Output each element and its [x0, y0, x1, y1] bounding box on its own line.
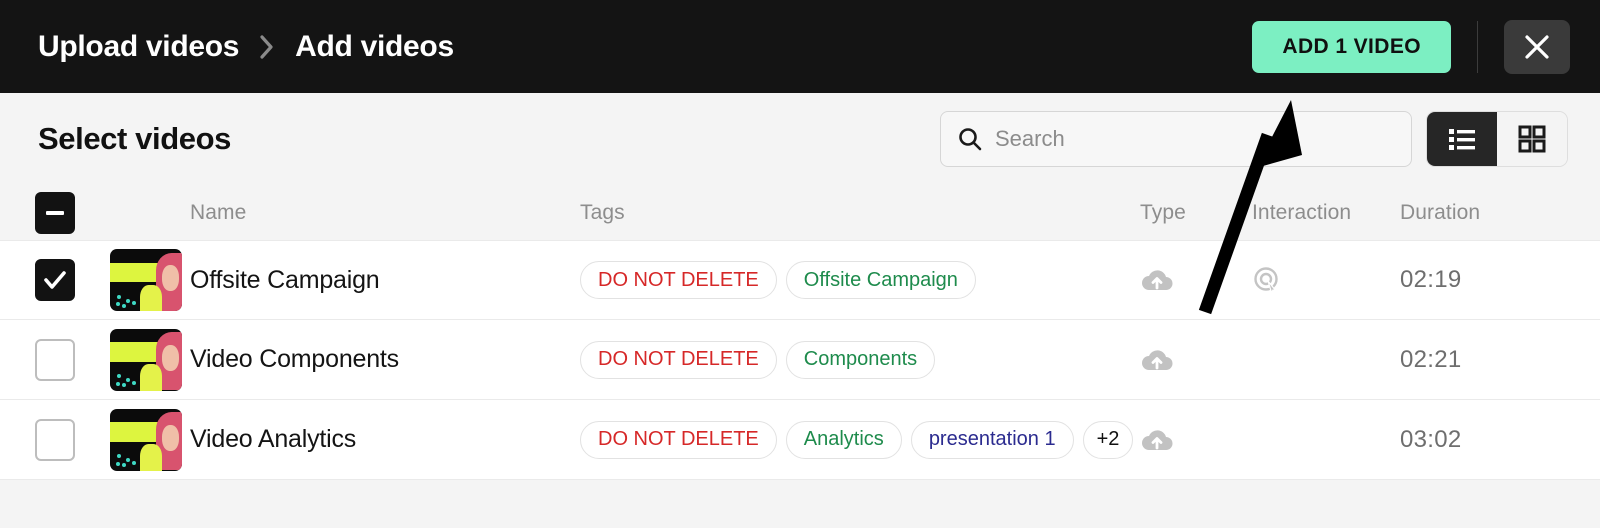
cloud-upload-icon — [1140, 267, 1252, 293]
search-input[interactable] — [995, 112, 1395, 166]
tag-chip[interactable]: Analytics — [785, 420, 902, 459]
video-duration: 03:02 — [1400, 425, 1462, 453]
list-view-button[interactable] — [1427, 112, 1497, 166]
video-duration: 02:21 — [1400, 345, 1462, 373]
page-title: Select videos — [38, 121, 231, 156]
tag-chip[interactable]: DO NOT DELETE — [580, 340, 777, 379]
chevron-right-icon — [259, 34, 275, 60]
video-thumbnail[interactable] — [110, 328, 182, 391]
breadcrumb: Upload videos Add videos — [38, 30, 454, 64]
top-bar: Upload videos Add videos ADD 1 VIDEO — [0, 0, 1600, 93]
video-name[interactable]: Offsite Campaign — [190, 266, 580, 295]
video-thumbnail[interactable] — [110, 408, 182, 471]
column-header-duration[interactable]: Duration — [1400, 201, 1580, 225]
table-body: Offsite Campaign DO NOT DELETE Offsite Ca… — [0, 240, 1600, 480]
content-area: Select videos Search Name Tags Type Inte… — [0, 93, 1600, 528]
add-video-button[interactable]: ADD 1 VIDEO — [1252, 20, 1451, 73]
grid-view-button[interactable] — [1497, 112, 1567, 166]
select-all-checkbox[interactable] — [35, 191, 75, 234]
view-toggle — [1426, 111, 1568, 167]
cloud-upload-icon — [1140, 427, 1252, 453]
row-checkbox[interactable] — [35, 259, 75, 301]
column-header-interaction[interactable]: Interaction — [1252, 201, 1400, 225]
close-icon — [1522, 32, 1552, 62]
breadcrumb-item-upload-videos[interactable]: Upload videos — [38, 30, 239, 64]
video-duration: 02:19 — [1400, 266, 1462, 293]
tag-chip[interactable]: Components — [785, 340, 936, 379]
indeterminate-dash-icon — [46, 210, 64, 215]
top-bar-actions: ADD 1 VIDEO — [1252, 0, 1570, 93]
toolbar-controls — [940, 111, 1568, 167]
breadcrumb-item-add-videos[interactable]: Add videos — [295, 30, 454, 64]
tag-chip[interactable]: Offsite Campaign — [785, 261, 976, 299]
column-header-type[interactable]: Type — [1140, 201, 1252, 225]
grid-view-icon — [1518, 125, 1546, 153]
checkmark-icon — [44, 271, 66, 289]
tag-chip[interactable]: +2 — [1082, 420, 1134, 459]
tags-cell: DO NOT DELETE Offsite Campaign — [580, 261, 1140, 299]
toolbar-divider — [1477, 20, 1478, 73]
tag-chip[interactable]: presentation 1 — [910, 420, 1074, 459]
interaction-target-icon — [1252, 265, 1400, 295]
table-row[interactable]: Video Analytics DO NOT DELETE Analytics pr… — [0, 400, 1600, 480]
tags-cell: DO NOT DELETE Analytics presentation 1 +2 — [580, 420, 1140, 459]
video-thumbnail[interactable] — [110, 249, 182, 311]
content-toolbar: Select videos — [0, 93, 1600, 185]
tag-chip[interactable]: DO NOT DELETE — [580, 261, 777, 299]
tags-cell: DO NOT DELETE Components — [580, 340, 1140, 379]
table-row[interactable]: Offsite Campaign DO NOT DELETE Offsite Ca… — [0, 240, 1600, 320]
column-header-name[interactable]: Name — [190, 201, 580, 225]
tag-chip[interactable]: DO NOT DELETE — [580, 420, 777, 459]
thumbnail-cell — [110, 249, 190, 311]
column-header-tags[interactable]: Tags — [580, 201, 1140, 225]
thumbnail-cell — [110, 408, 190, 471]
search-box[interactable] — [940, 111, 1412, 167]
thumbnail-cell — [110, 328, 190, 391]
row-checkbox[interactable] — [35, 418, 75, 461]
table-row[interactable]: Video Components DO NOT DELETE Components… — [0, 320, 1600, 400]
row-select-cell — [0, 418, 110, 461]
select-all-cell — [0, 191, 110, 234]
row-checkbox[interactable] — [35, 338, 75, 381]
row-select-cell — [0, 338, 110, 381]
close-button[interactable] — [1504, 19, 1570, 74]
table-header-row: Name Tags Type Interaction Duration — [0, 185, 1600, 240]
video-name[interactable]: Video Analytics — [190, 425, 580, 454]
cloud-upload-icon — [1140, 347, 1252, 373]
list-view-icon — [1448, 127, 1476, 151]
row-select-cell — [0, 259, 110, 301]
search-icon — [957, 126, 983, 152]
video-name[interactable]: Video Components — [190, 345, 580, 374]
